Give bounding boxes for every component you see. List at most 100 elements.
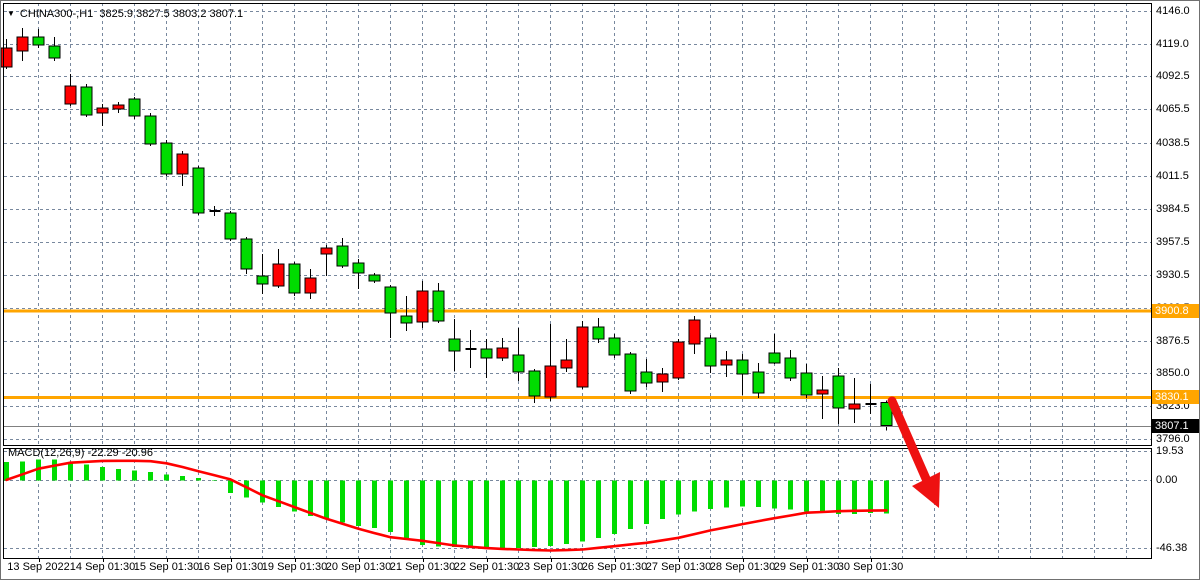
candle [241, 237, 252, 274]
time-axis-label: 30 Sep 01:30 [838, 561, 903, 573]
price-tick-label: 4065.5 [1156, 102, 1190, 116]
macd-histogram-bar [660, 481, 665, 520]
chart-title: ▼ CHINA300-,H1 3825.9 3827.5 3803.2 3807.… [7, 8, 243, 20]
candle [129, 97, 140, 119]
price-tick-label: 4146.0 [1156, 4, 1190, 18]
candle [577, 321, 588, 389]
macd-histogram-bar [132, 470, 137, 480]
time-axis-label: 15 Sep 01:30 [134, 561, 199, 573]
price-tick-label: 3850.0 [1156, 366, 1190, 380]
macd-histogram-bar [116, 469, 121, 481]
macd-histogram-bar [52, 460, 57, 481]
macd-histogram-bar [324, 481, 329, 520]
time-axis-label: 22 Sep 01:30 [454, 561, 519, 573]
macd-histogram-bar [676, 481, 681, 515]
macd-histogram-bar [372, 481, 377, 529]
macd-histogram-bar [564, 481, 569, 544]
macd-histogram-bar [404, 481, 409, 540]
macd-histogram-bar [692, 481, 697, 512]
chart-title-symbol: CHINA300-,H1 [20, 8, 93, 20]
macd-histogram-bar [820, 481, 825, 514]
candle [193, 166, 204, 215]
macd-histogram-bar [644, 481, 649, 525]
macd-histogram-bar [740, 481, 745, 507]
time-axis-label: 20 Sep 01:30 [326, 561, 391, 573]
macd-histogram-bar [356, 481, 361, 526]
chart-title-ohlc: 3825.9 3827.5 3803.2 3807.1 [99, 8, 243, 20]
macd-histogram-bar [484, 481, 489, 550]
time-axis-label: 19 Sep 01:30 [262, 561, 327, 573]
macd-histogram-bar [532, 481, 537, 548]
macd-histogram-bar [340, 481, 345, 523]
macd-histogram-bar [708, 481, 713, 510]
macd-histogram-bar [836, 481, 841, 514]
macd-histogram-bar [68, 462, 73, 480]
macd-histogram-bar [516, 481, 521, 549]
time-axis-label: 14 Sep 01:30 [70, 561, 135, 573]
level-price-badge: 3830.1 [1152, 390, 1199, 404]
chart-canvas[interactable] [1, 1, 1200, 580]
macd-histogram-bar [788, 481, 793, 510]
macd-histogram-bar [84, 465, 89, 481]
macd-histogram-bar [628, 481, 633, 530]
macd-histogram-bar [148, 472, 153, 480]
candle [81, 84, 92, 117]
candle [625, 352, 636, 394]
time-axis-label: 21 Sep 01:30 [390, 561, 455, 573]
macd-histogram-bar [228, 481, 233, 494]
time-axis-label: 29 Sep 01:30 [774, 561, 839, 573]
macd-histogram-bar [420, 481, 425, 545]
macd-histogram-bar [612, 481, 617, 534]
macd-histogram-bar [724, 481, 729, 508]
macd-histogram-bar [548, 481, 553, 546]
macd-histogram-bar [804, 481, 809, 512]
macd-histogram-bar [596, 481, 601, 539]
macd-histogram-bar [260, 481, 265, 503]
candle [225, 211, 236, 241]
price-tick-label: 4119.0 [1156, 37, 1189, 51]
price-tick-label: 4011.5 [1156, 169, 1189, 183]
macd-tick-label: 0.00 [1156, 473, 1177, 487]
time-axis-label: 27 Sep 01:30 [646, 561, 711, 573]
price-tick-label: 3930.5 [1156, 268, 1190, 282]
level-price-badge: 3900.8 [1152, 304, 1199, 318]
macd-histogram-bar [4, 462, 9, 480]
macd-value: -22.29 [87, 447, 118, 459]
price-tick-label: 3984.5 [1156, 202, 1190, 216]
time-axis-label: 13 Sep 2022 [7, 561, 69, 573]
price-tick-label: 4092.5 [1156, 69, 1190, 83]
candle [673, 339, 684, 380]
macd-histogram-bar [580, 481, 585, 542]
macd-histogram-bar [852, 481, 857, 514]
macd-signal-value: -20.96 [122, 447, 153, 459]
macd-histogram-bar [20, 461, 25, 480]
last-price-badge: 3807.1 [1152, 419, 1199, 433]
macd-name: MACD(12,26,9) [8, 447, 84, 459]
macd-histogram-bar [868, 481, 873, 514]
price-tick-label: 3957.5 [1156, 235, 1190, 249]
macd-histogram-bar [164, 475, 169, 481]
time-axis-label: 23 Sep 01:30 [518, 561, 583, 573]
price-tick-label: 3876.5 [1156, 334, 1190, 348]
macd-histogram-bar [884, 481, 889, 514]
macd-histogram-bar [196, 478, 201, 481]
time-axis-label: 28 Sep 01:30 [710, 561, 775, 573]
macd-histogram-bar [500, 481, 505, 550]
macd-histogram-bar [180, 476, 185, 480]
macd-histogram-bar [468, 481, 473, 549]
symbol-dropdown-icon[interactable]: ▼ [7, 9, 15, 18]
macd-tick-label: 19.53 [1156, 444, 1184, 458]
price-tick-label: 4038.5 [1156, 136, 1190, 150]
candle [161, 140, 172, 176]
macd-histogram-bar [452, 481, 457, 548]
mt4-chart-window: ▼ CHINA300-,H1 3825.9 3827.5 3803.2 3807.… [0, 0, 1200, 580]
macd-tick-label: -46.38 [1156, 541, 1187, 555]
time-axis-label: 16 Sep 01:30 [198, 561, 263, 573]
macd-histogram-bar [308, 481, 313, 516]
macd-histogram-bar [212, 480, 217, 481]
candle [609, 334, 620, 358]
candle [289, 262, 300, 296]
macd-histogram-bar [100, 467, 105, 481]
candle [145, 113, 156, 146]
macd-histogram-bar [772, 481, 777, 509]
